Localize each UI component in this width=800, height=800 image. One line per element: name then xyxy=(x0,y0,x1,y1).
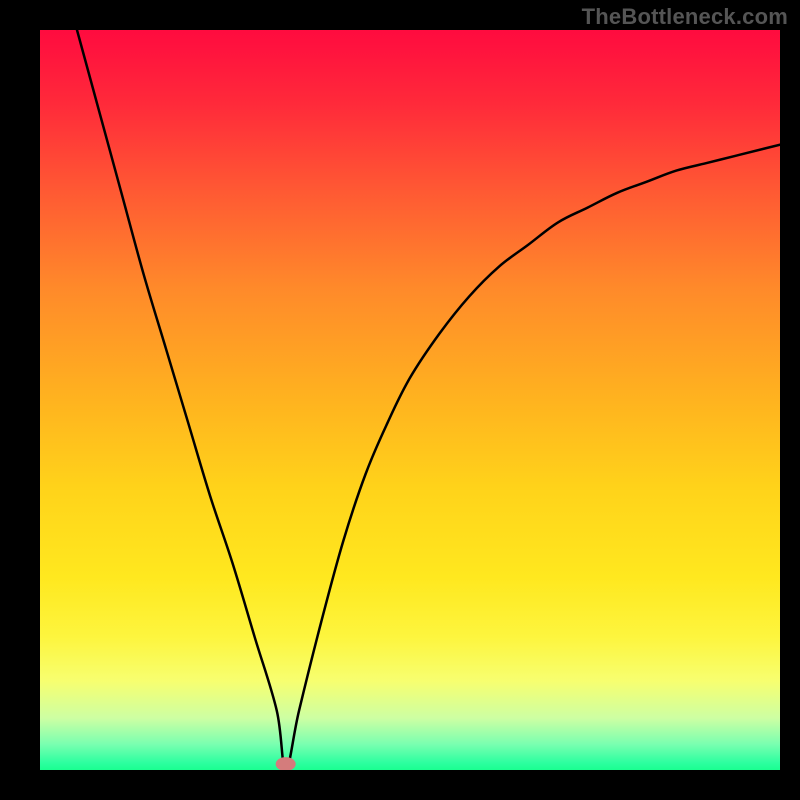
gradient-background xyxy=(40,30,780,770)
watermark-label: TheBottleneck.com xyxy=(582,4,788,30)
bottleneck-chart-svg xyxy=(40,30,780,770)
plot-area xyxy=(40,30,780,770)
chart-frame: TheBottleneck.com xyxy=(0,0,800,800)
